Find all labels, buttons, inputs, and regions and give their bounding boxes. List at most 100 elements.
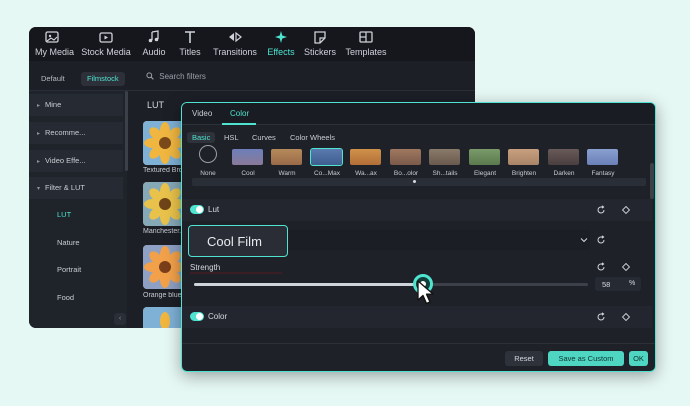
subtab-hsl[interactable]: HSL: [219, 132, 244, 143]
chevron-right-icon: ▸: [37, 159, 41, 165]
toolbar-label: Transitions: [213, 47, 257, 57]
preset-brighten[interactable]: [508, 149, 539, 165]
default-button[interactable]: Default: [35, 72, 71, 86]
dialog-tabs: Video Color: [182, 103, 655, 125]
chevron-right-icon: ▸: [37, 103, 41, 109]
preset-label: Sh...tails: [432, 170, 458, 177]
preset-scrollbar[interactable]: [192, 178, 646, 186]
subtab-curves[interactable]: Curves: [247, 132, 281, 143]
search-input[interactable]: Search filters: [146, 72, 206, 81]
subtab-color-wheels[interactable]: Color Wheels: [285, 132, 340, 143]
thumbnail-label: Manchester...: [143, 228, 181, 235]
reset-icon[interactable]: [596, 205, 606, 215]
toolbar-stickers[interactable]: Stickers: [303, 30, 337, 57]
sidebar-item-recommended[interactable]: ▸ Recomme...: [29, 122, 123, 144]
stock-media-icon: [99, 32, 113, 43]
toolbar-effects[interactable]: Effects: [266, 30, 296, 57]
toolbar-audio[interactable]: Audio: [141, 30, 167, 57]
save-as-custom-button[interactable]: Save as Custom: [548, 351, 624, 366]
none-preset-icon[interactable]: [199, 145, 217, 163]
chevron-left-icon: ‹: [118, 315, 122, 322]
sidebar-item-label: Recomme...: [45, 128, 86, 137]
filter-bar: Default Filmstock Search filters: [29, 65, 475, 91]
reset-icon[interactable]: [596, 262, 606, 272]
media-icon: [45, 31, 59, 43]
category-sidebar: ▸ Mine ▸ Recomme... ▸ Video Effe... ▾ Filter…: [29, 91, 127, 328]
music-note-icon: [148, 30, 159, 43]
preset-label: Darken: [553, 170, 575, 177]
lut-label: Lut: [208, 205, 220, 214]
text-icon: [185, 31, 195, 43]
preset-label: Brighten: [511, 170, 537, 177]
reset-button[interactable]: Reset: [505, 351, 543, 366]
chevron-down-icon[interactable]: [579, 235, 589, 245]
sidebar-subitem-portrait[interactable]: Portrait: [57, 265, 81, 274]
sidebar-item-filter-lut[interactable]: ▾ Filter & LUT: [29, 177, 123, 199]
thumbnail-label: Textured Bro...: [143, 167, 181, 174]
keyframe-diamond-icon[interactable]: [622, 263, 630, 271]
sidebar-scrollbar[interactable]: [125, 91, 128, 171]
lut-toggle[interactable]: [190, 205, 204, 214]
media-toolbar: My Media Stock Media Audio Titles Transi…: [29, 27, 475, 61]
tab-color[interactable]: Color: [230, 109, 249, 118]
active-tab-indicator: [222, 123, 256, 125]
ok-button[interactable]: OK: [629, 351, 648, 366]
effects-sparkle-icon: [275, 31, 287, 43]
subtab-basic[interactable]: Basic: [187, 132, 216, 143]
mouse-pointer-icon: [417, 280, 434, 305]
strength-underline: [190, 272, 282, 274]
sidebar-item-label: Mine: [45, 100, 62, 109]
preset-elegant[interactable]: [469, 149, 500, 165]
dialog-scrollbar[interactable]: [650, 163, 654, 199]
toolbar-my-media[interactable]: My Media: [35, 30, 74, 57]
sidebar-item-mine[interactable]: ▸ Mine: [29, 94, 123, 116]
keyframe-diamond-icon[interactable]: [622, 313, 630, 321]
toolbar-label: Stickers: [303, 47, 336, 57]
sidebar-subitem-lut[interactable]: LUT: [57, 210, 71, 219]
section-title: LUT: [147, 100, 165, 110]
preset-warm[interactable]: [271, 149, 302, 165]
preset-bold-color[interactable]: [390, 149, 421, 165]
preset-label: Co...Max: [313, 170, 340, 177]
collapse-sidebar-button[interactable]: ‹: [114, 313, 126, 325]
color-toggle[interactable]: [190, 312, 204, 321]
toolbar-label: Titles: [179, 47, 201, 57]
toolbar-titles[interactable]: Titles: [178, 30, 202, 57]
preset-fantasy[interactable]: [587, 149, 618, 165]
toolbar-transitions[interactable]: Transitions: [212, 30, 258, 57]
sidebar-subitem-nature[interactable]: Nature: [57, 238, 80, 247]
reset-icon[interactable]: [596, 235, 606, 245]
preset-warm-max[interactable]: [350, 149, 381, 165]
filmstock-button[interactable]: Filmstock: [81, 72, 125, 86]
tab-video[interactable]: Video: [192, 109, 212, 118]
preset-shadow-details[interactable]: [429, 149, 460, 165]
color-section-header: Color: [182, 306, 652, 328]
toolbar-label: Effects: [267, 47, 295, 57]
preset-darken[interactable]: [548, 149, 579, 165]
toolbar-label: Audio: [142, 47, 166, 57]
preset-cool[interactable]: [232, 149, 263, 165]
preset-label: Elegant: [473, 170, 497, 177]
sidebar-item-video-effects[interactable]: ▸ Video Effe...: [29, 150, 123, 172]
sidebar-item-label: Video Effe...: [45, 156, 86, 165]
chevron-down-icon: ▾: [37, 186, 41, 192]
preset-label: Cool: [241, 170, 255, 177]
preset-cool-max[interactable]: [310, 148, 343, 166]
sticker-icon: [314, 31, 326, 44]
keyframe-diamond-icon[interactable]: [622, 206, 630, 214]
lut-selected-value[interactable]: Cool Film: [188, 225, 288, 257]
page-indicator-dot: [413, 180, 416, 183]
search-icon: [146, 72, 154, 80]
color-subtabs: Basic HSL Curves Color Wheels: [182, 127, 655, 147]
toolbar-label: Templates: [345, 47, 387, 57]
templates-icon: [359, 31, 373, 43]
toolbar-templates[interactable]: Templates: [344, 30, 388, 57]
reset-icon[interactable]: [596, 312, 606, 322]
strength-slider-fill: [194, 283, 423, 286]
sidebar-subitem-food[interactable]: Food: [57, 293, 74, 302]
preset-label: Fantasy: [591, 170, 615, 177]
strength-label: Strength: [190, 263, 221, 272]
toolbar-label: My Media: [35, 47, 75, 57]
transition-icon: [229, 31, 242, 43]
toolbar-stock-media[interactable]: Stock Media: [81, 30, 131, 57]
